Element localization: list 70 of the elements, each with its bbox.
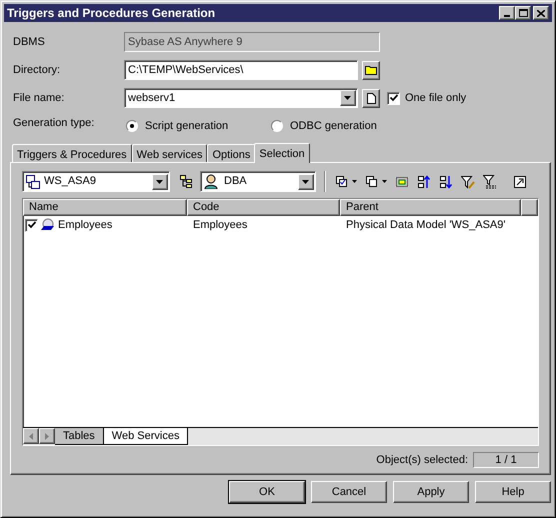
selection-icon[interactable] bbox=[395, 174, 409, 188]
close-icon bbox=[537, 10, 545, 16]
dialog-button[interactable]: Apply bbox=[393, 481, 469, 503]
field-label: Generation type: bbox=[13, 116, 96, 131]
hierarchy-icon[interactable] bbox=[180, 175, 192, 188]
triangle-left-icon bbox=[29, 432, 33, 440]
web-service-icon bbox=[39, 218, 55, 232]
window-title: Triggers and Procedures Generation bbox=[7, 5, 216, 22]
tab[interactable]: Web services bbox=[132, 144, 208, 162]
checkbox-label: One file only bbox=[405, 90, 466, 106]
scroll-left-button[interactable] bbox=[23, 428, 39, 444]
directory-field[interactable]: C:\TEMP\WebServices\ bbox=[124, 60, 358, 80]
column-header[interactable]: Parent bbox=[340, 199, 521, 216]
document-icon bbox=[366, 92, 376, 104]
checkbox[interactable] bbox=[25, 218, 38, 232]
dialog-button[interactable]: Help bbox=[475, 481, 551, 503]
sheet-tab[interactable]: Tables bbox=[55, 428, 104, 445]
field-label: Directory: bbox=[13, 62, 62, 78]
field-label: File name: bbox=[13, 90, 66, 106]
select-all-icon[interactable] bbox=[335, 174, 349, 188]
filter-edit-icon[interactable] bbox=[461, 174, 475, 188]
move-up-icon[interactable] bbox=[417, 174, 431, 188]
model-icon bbox=[26, 174, 40, 188]
objects-selected-count: 1 / 1 bbox=[473, 452, 539, 468]
dialog-button[interactable]: OK bbox=[229, 481, 305, 503]
expand-icon[interactable] bbox=[513, 174, 527, 188]
owner-value: DBA bbox=[224, 174, 248, 190]
folder-icon bbox=[365, 65, 377, 75]
caret-icon bbox=[302, 180, 310, 184]
maximize-button[interactable] bbox=[515, 6, 531, 20]
tab[interactable]: Triggers & Procedures bbox=[12, 144, 132, 162]
triangle-right-icon bbox=[45, 432, 49, 440]
table-cell-text: Employees bbox=[192, 218, 248, 233]
caret-icon[interactable] bbox=[382, 180, 387, 183]
objects-selected-label: Object(s) selected: bbox=[376, 453, 468, 468]
table-cell-text: Physical Data Model 'WS_ASA9' bbox=[345, 218, 506, 233]
dropdown-button[interactable] bbox=[152, 174, 168, 190]
tab[interactable]: Options bbox=[207, 144, 256, 162]
owner-combo[interactable]: DBA bbox=[200, 171, 316, 192]
field-label: DBMS bbox=[13, 34, 46, 50]
radio-label: ODBC generation bbox=[290, 118, 377, 134]
file-name-combo[interactable]: webserv1 bbox=[124, 88, 358, 108]
table-cell-text: Employees bbox=[58, 218, 112, 233]
column-header[interactable]: Name bbox=[23, 199, 187, 216]
model-value: WS_ASA9 bbox=[44, 174, 97, 190]
deselect-all-icon[interactable] bbox=[365, 174, 379, 188]
filter-icon[interactable] bbox=[483, 174, 497, 188]
tab[interactable]: Selection bbox=[254, 143, 310, 163]
checkbox[interactable] bbox=[387, 92, 400, 104]
dropdown-button[interactable] bbox=[340, 90, 356, 106]
dialog-button[interactable]: Cancel bbox=[311, 481, 387, 503]
move-down-icon[interactable] bbox=[439, 174, 453, 188]
radio-button[interactable] bbox=[271, 120, 283, 132]
caret-icon[interactable] bbox=[352, 180, 357, 183]
radio-label: Script generation bbox=[145, 118, 228, 134]
user-icon bbox=[204, 174, 219, 189]
close-button[interactable] bbox=[533, 6, 549, 20]
column-header[interactable]: Code bbox=[187, 199, 340, 216]
minimize-button[interactable] bbox=[499, 6, 515, 20]
file-button[interactable] bbox=[362, 88, 380, 108]
dbms-field: Sybase AS Anywhere 9 bbox=[124, 32, 380, 52]
model-combo[interactable]: WS_ASA9 bbox=[22, 171, 170, 192]
dropdown-button[interactable] bbox=[298, 174, 314, 190]
scroll-right-button[interactable] bbox=[39, 428, 55, 444]
caret-icon bbox=[344, 96, 352, 100]
caret-icon bbox=[156, 180, 164, 184]
radio-button[interactable] bbox=[126, 120, 138, 132]
file-name-value: webserv1 bbox=[128, 90, 176, 106]
browse-button[interactable] bbox=[362, 60, 380, 80]
sheet-tab[interactable]: Web Services bbox=[104, 428, 188, 445]
